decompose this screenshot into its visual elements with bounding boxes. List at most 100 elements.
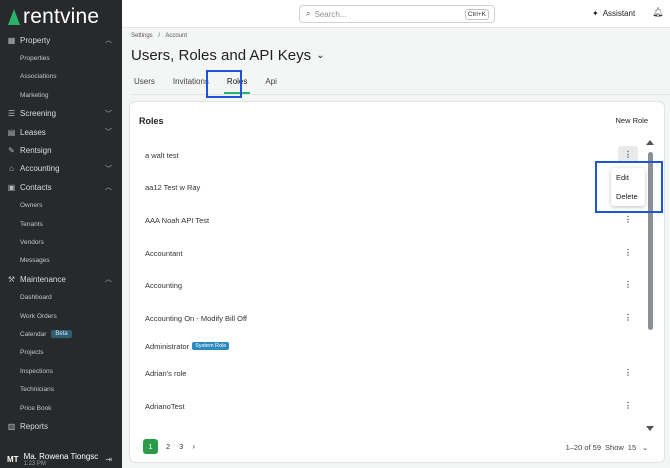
scroll-down-arrow[interactable] bbox=[646, 426, 654, 431]
sidebar-item-reports[interactable]: ▥ Reports bbox=[0, 417, 122, 435]
sidebar-item-owners[interactable]: Owners bbox=[0, 197, 122, 215]
more-options-icon[interactable]: ⋮ bbox=[624, 248, 632, 257]
page-2-button[interactable]: 2 bbox=[166, 442, 170, 451]
sidebar-item-property[interactable]: ▦ Property ︿ bbox=[0, 31, 122, 49]
topbar: ⌕ Search... Ctrl+K ✦ Assistant 🔔︎ bbox=[122, 0, 670, 28]
sidebar-item-technicians[interactable]: Technicians bbox=[0, 380, 122, 398]
sidebar-item-projects[interactable]: Projects bbox=[0, 344, 122, 362]
highlight-box-context-menu bbox=[595, 161, 663, 213]
sidebar-item-label: Owners bbox=[20, 202, 43, 210]
search-placeholder: Search... bbox=[314, 9, 347, 19]
sidebar-item-marketing[interactable]: Marketing bbox=[0, 86, 122, 104]
chevron-down-icon[interactable]: ⌄ bbox=[642, 444, 648, 452]
more-options-icon[interactable]: ⋮ bbox=[624, 215, 632, 224]
sidebar-item-label: Properties bbox=[20, 55, 50, 63]
breadcrumb-settings[interactable]: Settings bbox=[131, 33, 153, 39]
rentvine-logo[interactable]: rentvine bbox=[8, 5, 99, 29]
more-options-icon[interactable]: ⋮ bbox=[624, 368, 632, 377]
logout-icon[interactable]: ⇥ bbox=[105, 455, 112, 464]
sidebar-item-vendors[interactable]: Vendors bbox=[0, 233, 122, 251]
chevron-up-icon: ︿ bbox=[105, 37, 112, 44]
sidebar-item-rentsign[interactable]: ✎ Rentsign bbox=[0, 141, 122, 159]
sidebar-item-maintenance[interactable]: ⚒ Maintenance ︿ bbox=[0, 270, 122, 288]
assistant-label: Assistant bbox=[602, 9, 636, 18]
list-item[interactable]: Accountant ⋮ bbox=[130, 243, 640, 263]
list-item[interactable]: Administrator System Role bbox=[130, 336, 640, 356]
sidebar-item-properties[interactable]: Properties bbox=[0, 49, 122, 67]
user-profile[interactable]: MT Ma. Rowena Tiongsc 1:23 PM ⇥ bbox=[0, 447, 122, 468]
tab-users[interactable]: Users bbox=[131, 74, 158, 94]
list-item[interactable]: AdrianoTest ⋮ bbox=[130, 396, 640, 416]
list-item[interactable]: aa12 Test w Ray bbox=[130, 177, 640, 197]
list-item[interactable]: Adrian's role ⋮ bbox=[130, 363, 640, 383]
chevron-down-icon: ﹀ bbox=[105, 110, 112, 118]
sidebar-item-label: Screening bbox=[20, 109, 57, 119]
sidebar-item-work-orders[interactable]: Work Orders bbox=[0, 307, 122, 325]
scroll-up-arrow[interactable] bbox=[646, 140, 654, 145]
sidebar-item-label: Tenants bbox=[20, 220, 43, 228]
sidebar-item-label: Technicians bbox=[20, 386, 54, 394]
role-name: Accounting bbox=[145, 280, 183, 290]
sidebar-item-label: Property bbox=[20, 35, 51, 45]
sidebar-item-leases[interactable]: ▤ Leases ﹀ bbox=[0, 123, 122, 141]
sidebar-item-calendar[interactable]: Calendar Beta bbox=[0, 325, 122, 343]
roles-card: Roles New Role a walt test ⋮ aa12 Test w… bbox=[129, 101, 665, 463]
more-options-icon[interactable]: ⋮ bbox=[624, 401, 632, 410]
list-item[interactable]: AAA Noah API Test ⋮ bbox=[130, 210, 640, 230]
chevron-right-icon[interactable]: › bbox=[192, 442, 195, 451]
role-name: Administrator bbox=[145, 341, 190, 351]
contacts-icon: ▣ bbox=[7, 182, 16, 192]
page-3-button[interactable]: 3 bbox=[179, 442, 183, 451]
system-role-badge: System Role bbox=[192, 342, 230, 350]
role-name: AAA Noah API Test bbox=[145, 215, 210, 225]
pagination: 1 2 3 › bbox=[143, 439, 195, 454]
sparkle-icon: ✦ bbox=[592, 9, 599, 18]
page-title-text: Users, Roles and API Keys bbox=[131, 47, 312, 64]
bell-icon[interactable]: 🔔︎ bbox=[652, 7, 663, 18]
logo-text: rentvine bbox=[23, 5, 100, 28]
sidebar-item-inspections[interactable]: Inspections bbox=[0, 362, 122, 380]
more-options-icon[interactable]: ⋮ bbox=[624, 280, 632, 289]
sidebar-item-dashboard[interactable]: Dashboard bbox=[0, 288, 122, 306]
sidebar-item-associations[interactable]: Associations bbox=[0, 68, 122, 86]
breadcrumb-separator: / bbox=[158, 33, 161, 39]
lease-icon: ▤ bbox=[7, 127, 16, 137]
chevron-up-icon: ︿ bbox=[105, 184, 112, 192]
more-options-icon[interactable]: ⋮ bbox=[624, 313, 632, 322]
list-item[interactable]: Accounting On - Modify Bill Off ⋮ bbox=[130, 308, 640, 328]
sidebar-item-label: Marketing bbox=[20, 91, 49, 99]
list-item[interactable]: a walt test ⋮ bbox=[130, 145, 640, 165]
sidebar-item-label: Price Book bbox=[20, 404, 52, 412]
page-size-select[interactable]: 15 bbox=[628, 443, 636, 452]
sidebar-nav: ▦ Property ︿ Properties Associations Mar… bbox=[0, 31, 122, 436]
highlight-box-roles-tab bbox=[206, 70, 242, 98]
sidebar: rentvine ▦ Property ︿ Properties Associa… bbox=[0, 0, 122, 468]
sidebar-item-accounting[interactable]: ⌂ Accounting ﹀ bbox=[0, 160, 122, 178]
sidebar-item-label: Calendar bbox=[20, 330, 47, 338]
sidebar-item-label: Inspections bbox=[20, 367, 53, 375]
sign-icon: ✎ bbox=[8, 146, 15, 156]
breadcrumb: Settings / Account bbox=[131, 33, 187, 39]
avatar: MT bbox=[7, 455, 19, 464]
sidebar-item-contacts[interactable]: ▣ Contacts ︿ bbox=[0, 178, 122, 196]
page-title[interactable]: Users, Roles and API Keys ⌄ bbox=[131, 47, 324, 64]
search-input[interactable]: ⌕ Search... Ctrl+K bbox=[299, 5, 495, 23]
tab-api[interactable]: Api bbox=[262, 74, 280, 94]
sidebar-item-price-book[interactable]: Price Book bbox=[0, 399, 122, 417]
role-name: a walt test bbox=[145, 150, 179, 160]
sidebar-item-label: Reports bbox=[20, 421, 49, 431]
list-item[interactable]: Accounting ⋮ bbox=[130, 275, 640, 295]
sidebar-item-label: Vendors bbox=[20, 238, 44, 246]
sidebar-item-tenants[interactable]: Tenants bbox=[0, 215, 122, 233]
search-icon: ⌕ bbox=[306, 9, 311, 18]
chevron-down-icon: ⌄ bbox=[316, 50, 325, 61]
assistant-button[interactable]: ✦ Assistant bbox=[592, 9, 635, 18]
sidebar-item-label: Associations bbox=[20, 73, 57, 81]
new-role-button[interactable]: New Role bbox=[615, 116, 648, 125]
sidebar-item-label: Messages bbox=[20, 257, 50, 265]
pagination-range: 1–20 of 59 Show 15 ⌄ bbox=[566, 443, 648, 452]
sidebar-item-screening[interactable]: ☰ Screening ﹀ bbox=[0, 105, 122, 123]
page-1-button[interactable]: 1 bbox=[143, 439, 158, 454]
breadcrumb-account[interactable]: Account bbox=[165, 33, 187, 39]
sidebar-item-messages[interactable]: Messages bbox=[0, 252, 122, 270]
